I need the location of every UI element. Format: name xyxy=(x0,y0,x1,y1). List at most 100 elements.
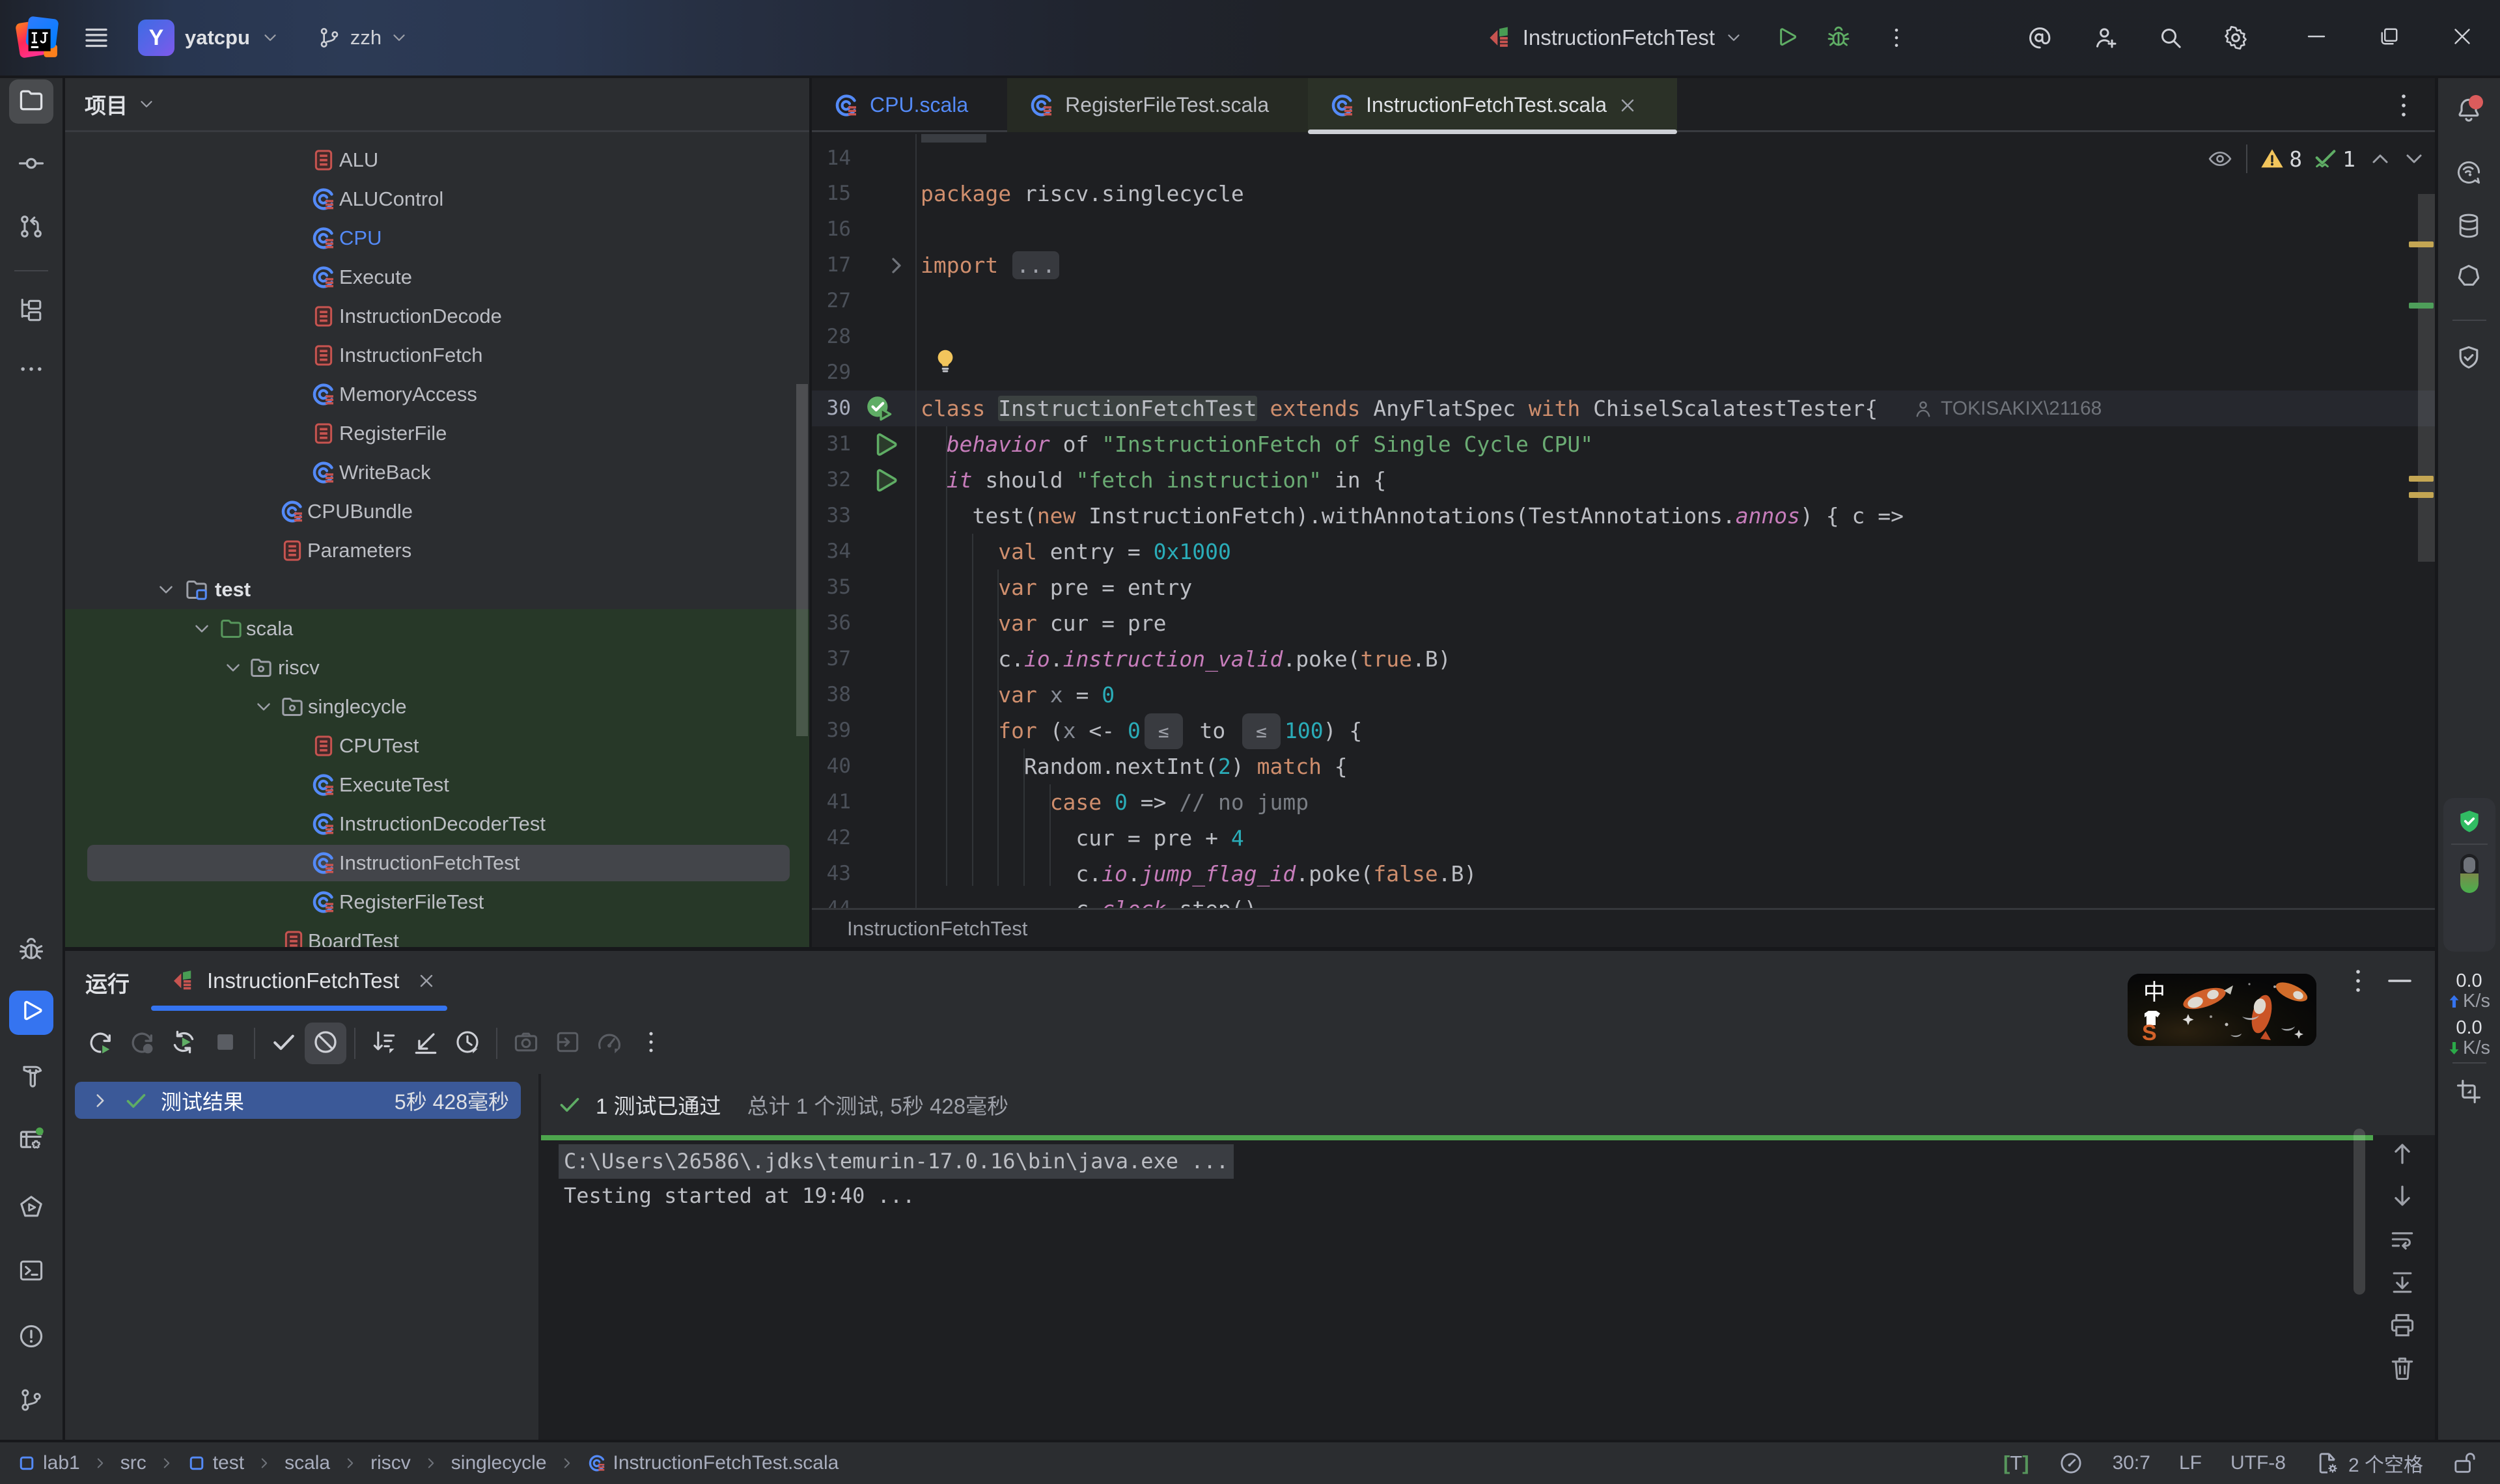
tree-item-MemoryAccess[interactable]: MemoryAccess xyxy=(65,375,809,414)
ai-assistant-button[interactable] xyxy=(2008,14,2073,61)
tree-item-riscv[interactable]: riscv xyxy=(65,648,809,687)
tree-item-ALUControl[interactable]: ALUControl xyxy=(65,180,809,219)
close-button[interactable] xyxy=(2427,0,2500,76)
tool-stripe-services[interactable] xyxy=(9,1119,53,1163)
tree-item-CPU[interactable]: CPU xyxy=(65,219,809,258)
tree-item-WriteBack[interactable]: WriteBack xyxy=(65,453,809,492)
tool-stripe-notifications[interactable] xyxy=(2447,89,2491,133)
tool-stripe-commit[interactable] xyxy=(9,143,53,187)
code-editor[interactable]: 1415package riscv.singlecycle1617import.… xyxy=(812,134,2435,908)
tree-item-scala[interactable]: scala xyxy=(65,609,809,648)
console-scroll-to-end[interactable] xyxy=(2388,1268,2417,1297)
breadcrumb-item[interactable]: InstructionFetchTest xyxy=(847,917,1027,941)
trusted-project-badge[interactable] xyxy=(2455,807,2484,836)
run-panel-hide-button[interactable] xyxy=(2384,965,2415,996)
project-panel-header[interactable]: 项目 xyxy=(65,78,809,132)
run-toolbar-import-tests[interactable] xyxy=(547,1023,589,1064)
chevron-down-icon[interactable] xyxy=(191,618,213,640)
tree-item-CPUBundle[interactable]: CPUBundle xyxy=(65,492,809,531)
tree-item-InstructionDecode[interactable]: InstructionDecode xyxy=(65,297,809,336)
tool-stripe-run[interactable] xyxy=(9,991,53,1035)
run-toolbar-more[interactable] xyxy=(630,1023,672,1064)
prev-problem-button[interactable] xyxy=(2367,146,2393,172)
status-crumb-lab1[interactable]: lab1 xyxy=(17,1452,80,1474)
intention-bulb-icon[interactable] xyxy=(930,346,960,376)
tool-stripe-dependency-checker[interactable] xyxy=(2447,337,2491,381)
tool-stripe-screenshot[interactable] xyxy=(2447,1071,2491,1115)
project-widget[interactable]: Y yatcpu xyxy=(138,20,280,56)
indent-widget[interactable]: 2 个空格 xyxy=(2314,1449,2423,1477)
run-config-widget[interactable]: InstructionFetchTest xyxy=(1485,23,1743,52)
chevron-down-icon[interactable] xyxy=(155,579,177,601)
console-soft-wrap[interactable] xyxy=(2388,1225,2417,1254)
tree-item-Parameters[interactable]: Parameters xyxy=(65,531,809,570)
console-scroll-up[interactable] xyxy=(2388,1139,2417,1168)
line-separator[interactable]: LF xyxy=(2179,1452,2202,1474)
status-crumb-scala[interactable]: scala xyxy=(285,1452,330,1474)
tool-stripe-database[interactable] xyxy=(2447,205,2491,249)
tab-options-button[interactable] xyxy=(2388,90,2419,121)
ime-status-window[interactable]: 中 S xyxy=(2128,974,2316,1046)
memory-indicator[interactable] xyxy=(2455,853,2484,944)
more-actions-button[interactable] xyxy=(1872,14,1921,61)
run-button[interactable] xyxy=(1762,14,1811,61)
editor-tab-InstructionFetchTest.scala[interactable]: InstructionFetchTest.scala xyxy=(1308,78,1677,132)
test-result-row[interactable]: 测试结果 5秒 428毫秒 xyxy=(75,1082,521,1119)
eye-icon[interactable] xyxy=(2207,146,2233,172)
run-toolbar-toggle-auto-test[interactable] xyxy=(163,1023,204,1064)
run-toolbar-rerun[interactable] xyxy=(79,1023,121,1064)
run-toolbar-collapse-all[interactable] xyxy=(405,1023,447,1064)
run-toolbar-screenshot[interactable] xyxy=(505,1023,547,1064)
tool-stripe-project[interactable] xyxy=(9,79,53,124)
file-encoding[interactable]: UTF-8 xyxy=(2230,1452,2286,1474)
tool-stripe-debug[interactable] xyxy=(9,929,53,974)
status-crumb-riscv[interactable]: riscv xyxy=(370,1452,411,1474)
run-test-gutter-icon[interactable] xyxy=(869,430,899,460)
run-tab[interactable]: InstructionFetchTest xyxy=(151,951,447,1011)
tree-item-ExecuteTest[interactable]: ExecuteTest xyxy=(65,765,809,804)
status-crumb-singlecycle[interactable]: singlecycle xyxy=(451,1452,547,1474)
run-toolbar-stop[interactable] xyxy=(204,1023,246,1064)
maximize-button[interactable] xyxy=(2354,0,2427,76)
tree-item-singlecycle[interactable]: singlecycle xyxy=(65,687,809,726)
status-crumb-InstructionFetchTest.scala[interactable]: InstructionFetchTest.scala xyxy=(587,1452,839,1474)
console-output[interactable]: C:\Users\26586\.jdks\temurin-17.0.16\bin… xyxy=(541,1142,2435,1446)
run-test-gutter-icon[interactable] xyxy=(869,465,899,495)
console-print[interactable] xyxy=(2388,1311,2417,1340)
tool-stripe-version-control[interactable] xyxy=(9,1379,53,1423)
editor-tab-CPU.scala[interactable]: CPU.scala xyxy=(812,78,1007,132)
tree-item-Execute[interactable]: Execute xyxy=(65,258,809,297)
tool-stripe-more[interactable] xyxy=(9,348,53,392)
tree-item-test[interactable]: test xyxy=(65,570,809,609)
tree-item-InstructionFetchTest[interactable]: InstructionFetchTest xyxy=(65,844,809,883)
tool-stripe-terminal[interactable] xyxy=(9,1250,53,1294)
folded-imports[interactable]: ... xyxy=(1012,251,1059,279)
tree-item-ALU[interactable]: ALU xyxy=(65,141,809,180)
console-scroll-down[interactable] xyxy=(2388,1182,2417,1211)
run-toolbar-profiler[interactable] xyxy=(589,1023,630,1064)
inspections-widget[interactable]: 8 1 xyxy=(2207,139,2427,178)
lock-open-icon[interactable] xyxy=(2452,1450,2478,1476)
tree-item-BoardTest[interactable]: BoardTest xyxy=(65,922,809,947)
close-icon[interactable] xyxy=(416,970,437,991)
branch-widget[interactable]: zzh xyxy=(316,25,409,51)
run-toolbar-test-history[interactable] xyxy=(447,1023,488,1064)
analyzer-status-icon[interactable] xyxy=(2058,1450,2084,1476)
console-scrollbar[interactable] xyxy=(2354,1129,2365,1295)
tree-item-InstructionFetch[interactable]: InstructionFetch xyxy=(65,336,809,375)
code-with-me-button[interactable] xyxy=(2073,14,2138,61)
run-toolbar-sort-by-duration[interactable] xyxy=(363,1023,405,1064)
tool-stripe-gradle[interactable] xyxy=(2447,256,2491,300)
chevron-down-icon[interactable] xyxy=(253,696,275,718)
tool-stripe-run-anything[interactable] xyxy=(9,1187,53,1231)
main-menu-button[interactable] xyxy=(72,14,121,61)
editor-tab-RegisterFileTest.scala[interactable]: RegisterFileTest.scala xyxy=(1007,78,1308,132)
minimize-button[interactable] xyxy=(2281,0,2354,76)
fold-icon[interactable] xyxy=(883,253,910,279)
translate-plugin-badge[interactable]: [T] xyxy=(2003,1451,2029,1475)
intellij-logo-icon[interactable] xyxy=(16,16,59,59)
tool-stripe-build[interactable] xyxy=(9,1055,53,1099)
tool-stripe-problems[interactable] xyxy=(9,1315,53,1360)
tree-item-InstructionDecoderTest[interactable]: InstructionDecoderTest xyxy=(65,804,809,844)
status-crumb-test[interactable]: test xyxy=(187,1452,244,1474)
